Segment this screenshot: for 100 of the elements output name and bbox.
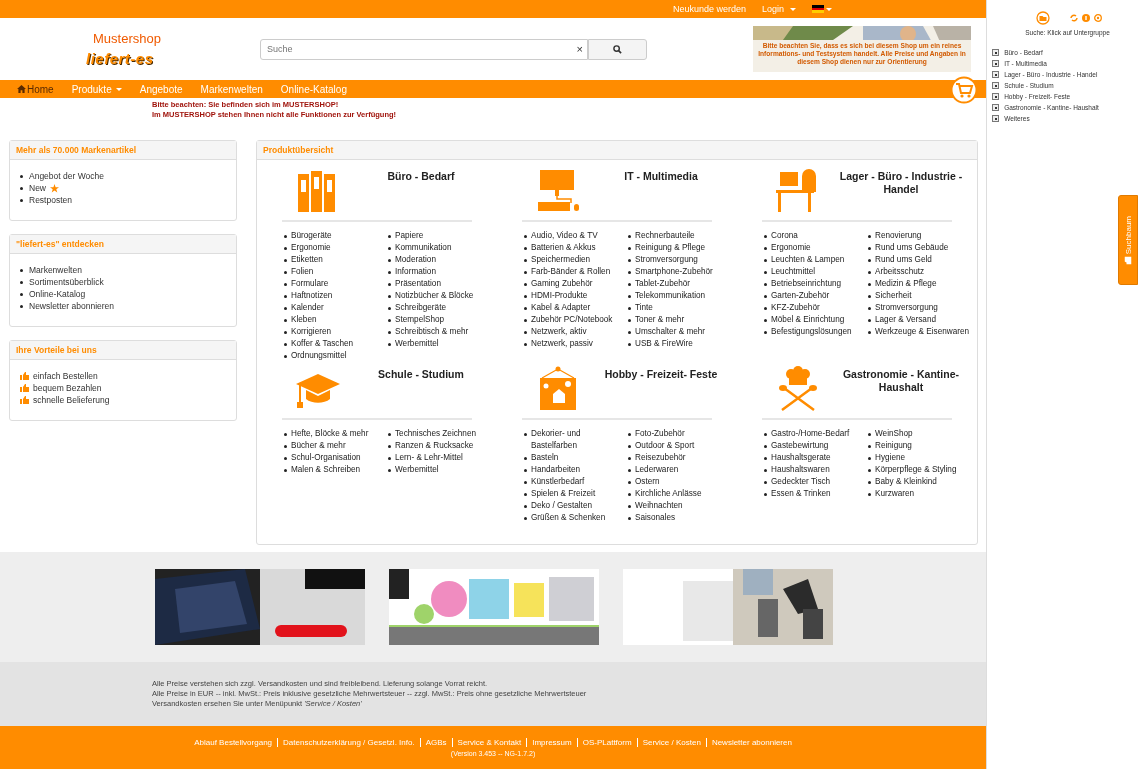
category-title[interactable]: Lager - Büro - Industrie - Handel: [828, 168, 974, 196]
category-link[interactable]: Stromversorgung: [635, 254, 698, 266]
category-link[interactable]: Künstlerbedarf: [531, 476, 585, 488]
category-link[interactable]: Bücher & mehr: [291, 440, 346, 452]
category-link[interactable]: Stromversorgung: [875, 302, 938, 314]
category-title[interactable]: Schule - Studium: [348, 366, 494, 381]
category-link[interactable]: Netzwerk, passiv: [531, 338, 593, 350]
category-link[interactable]: Speichermedien: [531, 254, 591, 266]
category-link[interactable]: Zubehör PC/Notebook: [531, 314, 613, 326]
category-link[interactable]: Kurzwaren: [875, 488, 915, 500]
category-link[interactable]: Ordnungsmittel: [291, 350, 347, 362]
category-link[interactable]: Basteln: [531, 452, 559, 464]
category-link[interactable]: Grüßen & Schenken: [531, 512, 606, 524]
category-link[interactable]: Kalender: [291, 302, 324, 314]
category-link[interactable]: Renovierung: [875, 230, 922, 242]
category-link[interactable]: Handarbeiten: [531, 464, 581, 476]
category-link[interactable]: Spielen & Freizeit: [531, 488, 596, 500]
category-link[interactable]: Information: [395, 266, 436, 278]
category-link[interactable]: Corona: [771, 230, 798, 242]
category-link[interactable]: Leuchten & Lampen: [771, 254, 845, 266]
nav-item[interactable]: Home: [17, 83, 54, 95]
category-link[interactable]: Garten-Zubehör: [771, 290, 830, 302]
category-link[interactable]: WeinShop: [875, 428, 913, 440]
category-link[interactable]: Ostern: [635, 476, 660, 488]
category-link[interactable]: Schul-Organisation: [291, 452, 361, 464]
category-link[interactable]: Malen & Schreiben: [291, 464, 361, 476]
sidebar-link[interactable]: Markenwelten: [29, 264, 82, 276]
search-field[interactable]: Suche ×: [260, 38, 588, 60]
category-link[interactable]: Netzwerk, aktiv: [531, 326, 587, 338]
sidebar-link[interactable]: Sortimentsüberblick: [29, 276, 104, 288]
category-link[interactable]: Dekorier- und Bastelfarben: [531, 428, 628, 452]
category-link[interactable]: Reinigung & Pflege: [635, 242, 706, 254]
category-link[interactable]: Deko / Gestalten: [531, 500, 592, 512]
category-link[interactable]: Technisches Zeichnen: [395, 428, 476, 440]
category-link[interactable]: Tablet-Zubehör: [635, 278, 691, 290]
category-link[interactable]: Saisonales: [635, 512, 676, 524]
search-button[interactable]: [588, 38, 647, 60]
category-link[interactable]: Lern- & Lehr-Mittel: [395, 452, 463, 464]
category-title[interactable]: Büro - Bedarf: [348, 168, 494, 183]
category-link[interactable]: Haftnotizen: [291, 290, 333, 302]
category-link[interactable]: Befestigungslösungen: [771, 326, 852, 338]
category-link[interactable]: Bürogeräte: [291, 230, 332, 242]
category-link[interactable]: Lager & Versand: [875, 314, 936, 326]
category-link[interactable]: Toner & mehr: [635, 314, 685, 326]
logo-text[interactable]: Mustershop: [93, 31, 161, 46]
category-link[interactable]: Formulare: [291, 278, 329, 290]
category-link[interactable]: Medizin & Pflege: [875, 278, 937, 290]
category-link[interactable]: Reisezubehör: [635, 452, 686, 464]
category-link[interactable]: Korrigieren: [291, 326, 332, 338]
clear-button[interactable]: ×: [572, 43, 587, 55]
sidebar-link[interactable]: Newsletter abonnieren: [29, 300, 115, 312]
category-link[interactable]: Haushaltsgerate: [771, 452, 831, 464]
category-link[interactable]: Smartphone-Zubehör: [635, 266, 713, 278]
category-link[interactable]: Weihnachten: [635, 500, 683, 512]
category-link[interactable]: Telekommunikation: [635, 290, 706, 302]
sidebar-link[interactable]: Online-Katalog: [29, 288, 86, 300]
category-link[interactable]: HDMI-Produkte: [531, 290, 588, 302]
category-link[interactable]: StempelShop: [395, 314, 445, 326]
category-link[interactable]: KFZ-Zubehör: [771, 302, 820, 314]
category-link[interactable]: Folien: [291, 266, 314, 278]
category-link[interactable]: Möbel & Einrichtung: [771, 314, 845, 326]
sidebar-link[interactable]: schnelle Belieferung: [33, 394, 110, 406]
category-link[interactable]: Hefte, Blöcke & mehr: [291, 428, 369, 440]
category-link[interactable]: Rund ums Geld: [875, 254, 932, 266]
category-link[interactable]: Rechnerbauteile: [635, 230, 695, 242]
category-link[interactable]: Gaming Zubehör: [531, 278, 593, 290]
sidebar-link[interactable]: Angebot der Woche: [29, 170, 104, 182]
sidebar-link[interactable]: Restposten: [29, 194, 72, 206]
category-link[interactable]: Körperpflege & Styling: [875, 464, 957, 476]
category-link[interactable]: Batterien & Akkus: [531, 242, 596, 254]
category-link[interactable]: Moderation: [395, 254, 436, 266]
category-link[interactable]: Audio, Video & TV: [531, 230, 598, 242]
category-link[interactable]: Präsentation: [395, 278, 441, 290]
category-link[interactable]: Haushaltswaren: [771, 464, 830, 476]
sidebar-link[interactable]: bequem Bezahlen: [33, 382, 102, 394]
category-title[interactable]: IT - Multimedia: [588, 168, 734, 183]
category-link[interactable]: USB & FireWire: [635, 338, 693, 350]
category-link[interactable]: Rund ums Gebäude: [875, 242, 949, 254]
category-link[interactable]: Schreibtisch & mehr: [395, 326, 469, 338]
category-link[interactable]: Outdoor & Sport: [635, 440, 695, 452]
category-link[interactable]: Werbemittel: [395, 464, 439, 476]
category-link[interactable]: Kleben: [291, 314, 317, 326]
category-link[interactable]: Ranzen & Rucksacke: [395, 440, 474, 452]
flag-icon[interactable]: [812, 5, 825, 13]
category-link[interactable]: Schreibgeräte: [395, 302, 446, 314]
category-title[interactable]: Gastronomie - Kantine- Haushalt: [828, 366, 974, 394]
category-link[interactable]: Leuchtmittel: [771, 266, 816, 278]
category-link[interactable]: Kabel & Adapter: [531, 302, 591, 314]
category-link[interactable]: Gastebewirtung: [771, 440, 829, 452]
category-link[interactable]: Hygiene: [875, 452, 906, 464]
category-link[interactable]: Lederwaren: [635, 464, 679, 476]
category-link[interactable]: Gastro-/Home-Bedarf: [771, 428, 850, 440]
category-link[interactable]: Betriebseinrichtung: [771, 278, 842, 290]
category-link[interactable]: Farb-Bänder & Rollen: [531, 266, 611, 278]
category-title[interactable]: Hobby - Freizeit- Feste: [588, 366, 734, 381]
category-link[interactable]: Papiere: [395, 230, 424, 242]
category-link[interactable]: Tinte: [635, 302, 653, 314]
category-link[interactable]: Baby & Kleinkind: [875, 476, 937, 488]
category-link[interactable]: Sicherheit: [875, 290, 912, 302]
category-link[interactable]: Koffer & Taschen: [291, 338, 354, 350]
